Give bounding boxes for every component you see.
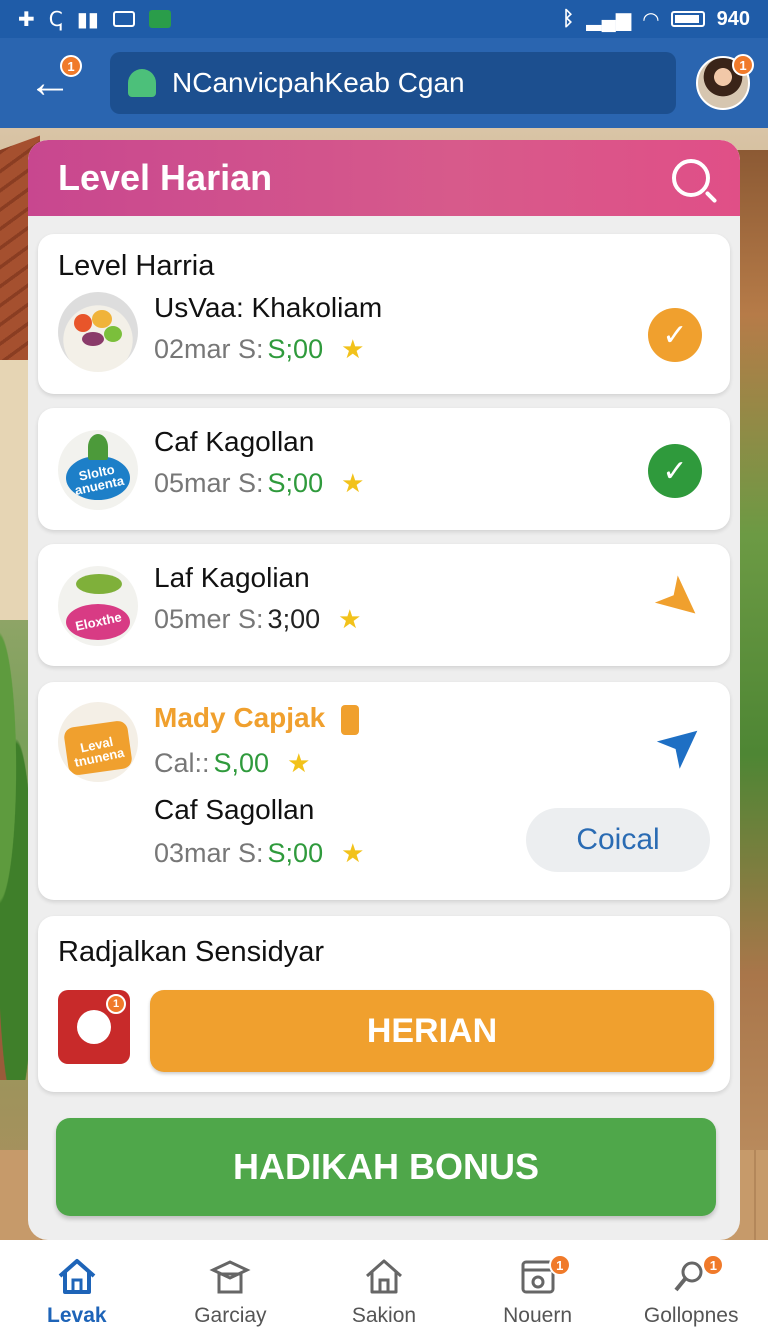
signal-off-icon: ↅ — [48, 8, 63, 31]
app-icon — [112, 11, 135, 27]
level-card-2[interactable]: Slolto anuenta Caf Kagollan 05mar S: S;0… — [38, 408, 730, 530]
item-date: 05mer S: — [154, 604, 264, 634]
avatar[interactable]: 1 — [696, 54, 754, 110]
level-panel: Level Harian Level Harria UsVaa: Khakoli… — [28, 140, 740, 1240]
check-icon: ✓ — [648, 444, 702, 498]
notification-icon — [148, 10, 171, 28]
back-button[interactable]: ← 1 — [18, 51, 82, 115]
item-date: 05mar S: — [154, 468, 264, 498]
nav-label: Levak — [47, 1304, 107, 1327]
nav-label: Gollopnes — [643, 1304, 739, 1327]
app-bar: ← 1 NCanvicpahKeab Cgan 1 — [0, 38, 768, 128]
item-value: 3;00 — [267, 604, 321, 634]
level-card-4[interactable]: Leval tnunena Mady Capjak Cal:: S,00 ★ ➤… — [38, 682, 730, 900]
check-icon: ✓ — [648, 308, 702, 362]
battery-icon — [670, 11, 705, 27]
nav-item-levak[interactable]: Levak — [0, 1240, 154, 1344]
graduation-icon — [209, 1260, 251, 1294]
item-meta: 02mar S: S;00 ★ — [154, 334, 364, 365]
item-value: S,00 — [213, 748, 270, 778]
panel-title: Level Harian — [58, 157, 273, 198]
search-text: NCanvicpahKeab Cgan — [172, 67, 465, 98]
arrow-icon[interactable]: ➤ — [641, 559, 719, 640]
section-title: Level Harria — [58, 250, 215, 282]
item-date: 02mar S: — [154, 334, 264, 364]
search-bar[interactable]: NCanvicpahKeab Cgan — [110, 52, 676, 114]
reminder-card: Radjalkan Sensidyar 1 HERIAN — [38, 916, 730, 1092]
sub-item-date: 03mar S: — [154, 838, 264, 868]
food-logo-icon: Slolto anuenta — [58, 430, 138, 510]
bottom-nav: Levak Garciay Sakion 1 Nouern 1 Gollopne… — [0, 1240, 768, 1344]
nav-item-sakion[interactable]: Sakion — [307, 1240, 461, 1344]
item-title: Mady Capjak — [154, 702, 359, 735]
item-title: UsVaa: Khakoliam — [154, 292, 383, 323]
item-title: Laf Kagolian — [154, 562, 310, 593]
star-icon: ★ — [341, 468, 365, 498]
nav-label: Nouern — [503, 1304, 573, 1327]
search-icon[interactable] — [672, 159, 710, 197]
panel-header: Level Harian — [28, 140, 740, 216]
sub-item-title: Caf Sagollan — [154, 794, 315, 825]
home-icon — [58, 1259, 96, 1294]
nav-badge: 1 — [548, 1254, 571, 1276]
sub-item-meta: 03mar S: S;00 ★ — [154, 838, 364, 869]
sub-item-value: S;00 — [267, 838, 324, 868]
nav-badge: 1 — [702, 1254, 725, 1276]
level-card-3[interactable]: Eloxthe Laf Kagolian 05mer S: 3;00 ★ ➤ — [38, 544, 730, 666]
nav-item-garciay[interactable]: Garciay — [154, 1240, 308, 1344]
star-icon: ★ — [338, 604, 362, 634]
reminder-title: Radjalkan Sensidyar — [58, 936, 324, 968]
item-title: Caf Kagollan — [154, 426, 315, 457]
star-icon: ★ — [287, 748, 311, 778]
bell-icon — [77, 1010, 111, 1044]
star-icon: ★ — [341, 838, 365, 868]
item-value: S;00 — [267, 468, 324, 498]
cancel-button[interactable]: Coical — [526, 808, 710, 872]
item-value: S;00 — [267, 334, 324, 364]
nav-label: Sakion — [351, 1304, 417, 1327]
star-icon: ★ — [341, 334, 365, 364]
status-time: 940 — [716, 7, 750, 30]
plus-icon: ✚ — [18, 8, 35, 31]
nav-label: Garciay — [194, 1304, 267, 1327]
house-outline-icon — [365, 1259, 402, 1294]
ghost-icon — [128, 69, 156, 97]
reminder-badge: 1 — [106, 994, 126, 1014]
box-logo-icon: Leval tnunena — [58, 702, 138, 782]
signal-icon: ▂▄▆ — [586, 8, 632, 31]
nav-item-nouern[interactable]: 1 Nouern — [461, 1240, 615, 1344]
reminder-app-icon[interactable]: 1 — [58, 990, 130, 1064]
fruit-bowl-icon — [58, 292, 138, 372]
avatar-badge: 1 — [732, 54, 754, 76]
banana-logo-icon: Eloxthe — [58, 566, 138, 646]
item-meta: 05mar S: S;00 ★ — [154, 468, 364, 499]
item-title-text: Mady Capjak — [154, 702, 326, 733]
bars-icon: ▮▮ — [76, 8, 99, 31]
level-card-1[interactable]: Level Harria UsVaa: Khakoliam 02mar S: S… — [38, 234, 730, 394]
item-date: Cal:: — [154, 748, 210, 778]
back-badge: 1 — [60, 55, 82, 77]
status-bar: ✚ ↅ ▮▮ ᛒ ▂▄▆ ◠ 940 — [0, 0, 768, 38]
nav-item-gollopnes[interactable]: 1 Gollopnes — [614, 1240, 768, 1344]
item-meta: 05mer S: 3;00 ★ — [154, 604, 361, 635]
herian-button[interactable]: HERIAN — [150, 990, 714, 1072]
wifi-icon: ◠ — [643, 8, 659, 31]
item-meta: Cal:: S,00 ★ — [154, 748, 310, 779]
bonus-button[interactable]: HADIKAH BONUS — [56, 1118, 716, 1216]
arrow-icon[interactable]: ➤ — [641, 703, 719, 784]
bluetooth-icon: ᛒ — [562, 7, 575, 30]
phone-icon — [340, 704, 359, 735]
